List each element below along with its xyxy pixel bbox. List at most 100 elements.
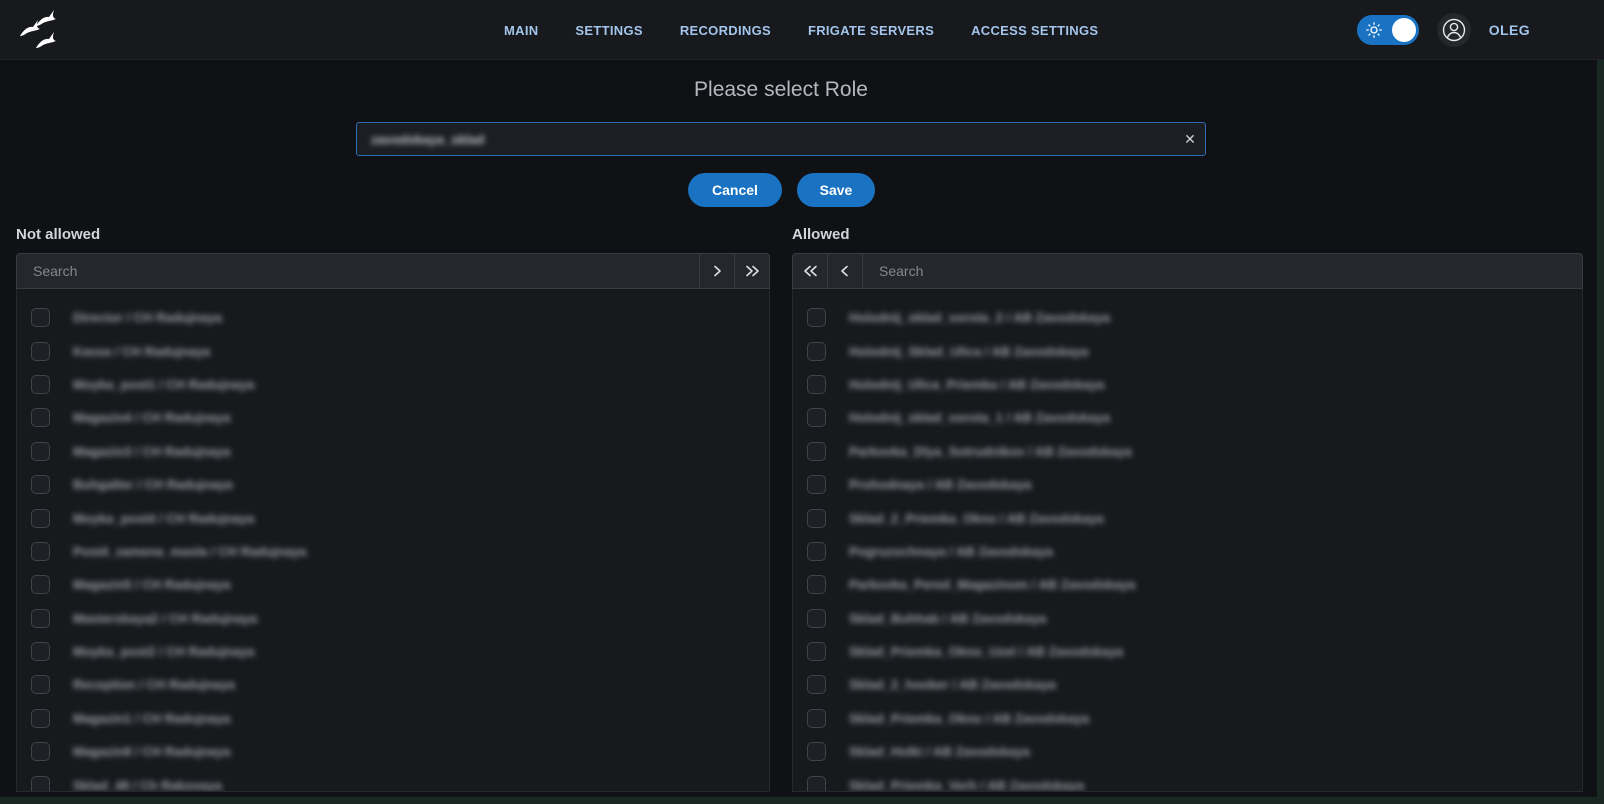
item-checkbox[interactable]	[31, 475, 50, 494]
item-checkbox[interactable]	[31, 742, 50, 761]
item-checkbox[interactable]	[807, 475, 826, 494]
item-checkbox[interactable]	[31, 575, 50, 594]
move-left-button[interactable]	[828, 254, 863, 288]
item-checkbox[interactable]	[807, 408, 826, 427]
user-cluster: OLEG	[1357, 0, 1530, 60]
nav-access-settings[interactable]: ACCESS SETTINGS	[971, 23, 1098, 38]
not-allowed-searchbar	[16, 253, 770, 289]
list-item[interactable]: Director / CH Radujnaya	[17, 301, 769, 334]
page-title: Please select Role	[0, 78, 1562, 102]
item-checkbox[interactable]	[807, 609, 826, 628]
item-checkbox[interactable]	[31, 709, 50, 728]
toggle-knob	[1392, 18, 1416, 42]
list-item[interactable]: Sklad_Holki / AB Zavodskaya	[793, 735, 1582, 768]
top-navigation-bar: MAIN SETTINGS RECORDINGS FRIGATE SERVERS…	[0, 0, 1604, 60]
allowed-title: Allowed	[792, 226, 850, 243]
item-checkbox[interactable]	[31, 542, 50, 561]
double-chevron-right-icon	[744, 264, 761, 278]
window-edge-right	[1597, 60, 1604, 804]
item-checkbox[interactable]	[31, 776, 50, 792]
item-checkbox[interactable]	[31, 408, 50, 427]
list-item[interactable]: Post4_zamena_masla / CH Radujnaya	[17, 535, 769, 568]
role-input-container: ✕	[356, 122, 1206, 156]
list-item[interactable]: Holodnij_sklad_vorota_2 / AB Zavodskaya	[793, 301, 1582, 334]
double-chevron-left-icon	[802, 264, 819, 278]
save-button[interactable]: Save	[797, 173, 875, 207]
list-item[interactable]: Parkovka_Pered_Magazinom / AB Zavodskaya	[793, 568, 1582, 601]
item-checkbox[interactable]	[807, 709, 826, 728]
item-checkbox[interactable]	[31, 609, 50, 628]
role-input[interactable]	[357, 123, 1175, 155]
list-item[interactable]: Moyka_post2 / CH Radujnaya	[17, 635, 769, 668]
item-checkbox[interactable]	[807, 375, 826, 394]
move-all-right-button[interactable]	[734, 254, 769, 288]
window-edge-bottom	[0, 797, 1604, 804]
move-all-left-button[interactable]	[793, 254, 828, 288]
allowed-list: Holodnij_sklad_vorota_2 / AB Zavodskaya …	[792, 289, 1583, 792]
item-checkbox[interactable]	[31, 675, 50, 694]
list-item[interactable]: Magazin3 / CH Radujnaya	[17, 435, 769, 468]
user-avatar-icon[interactable]	[1437, 13, 1471, 47]
chevron-right-icon	[710, 264, 724, 278]
list-item[interactable]: Sklad_48 / Ch Rakovaya	[17, 768, 769, 792]
list-item[interactable]: Sklad_Priemka_Okno / AB Zavodskaya	[793, 702, 1582, 735]
item-checkbox[interactable]	[31, 442, 50, 461]
allowed-panel: Holodnij_sklad_vorota_2 / AB Zavodskaya …	[792, 253, 1583, 792]
list-item[interactable]: Moyka_post4 / CH Radujnaya	[17, 501, 769, 534]
list-item[interactable]: Holodnij_Ulica_Priemka / AB Zavodskaya	[793, 368, 1582, 401]
list-item[interactable]: Sklad_Buhhab / AB Zavodskaya	[793, 602, 1582, 635]
move-right-button[interactable]	[699, 254, 734, 288]
item-checkbox[interactable]	[31, 642, 50, 661]
list-item[interactable]: Holodnij_Sklad_Ulica / AB Zavodskaya	[793, 334, 1582, 367]
item-checkbox[interactable]	[31, 509, 50, 528]
not-allowed-panel: Director / CH Radujnaya Kassa / CH Raduj…	[16, 253, 770, 792]
list-item[interactable]: Buhgalter / CH Radujnaya	[17, 468, 769, 501]
list-item[interactable]: Magazin4 / CH Radujnaya	[17, 401, 769, 434]
app-logo-icon[interactable]	[12, 8, 62, 52]
not-allowed-title: Not allowed	[16, 226, 100, 243]
allowed-search-input[interactable]	[863, 254, 1582, 288]
item-checkbox[interactable]	[31, 342, 50, 361]
list-item[interactable]: Moyka_post1 / CH Radujnaya	[17, 368, 769, 401]
item-checkbox[interactable]	[807, 575, 826, 594]
list-item[interactable]: Prohodnaya / AB Zavodskaya	[793, 468, 1582, 501]
chevron-left-icon	[838, 264, 852, 278]
item-checkbox[interactable]	[807, 742, 826, 761]
username-label[interactable]: OLEG	[1489, 22, 1530, 38]
item-checkbox[interactable]	[807, 342, 826, 361]
list-item[interactable]: Sklad_2_Priemka_Okno / AB Zavodskaya	[793, 501, 1582, 534]
list-item[interactable]: Sklad_Priemka_Okno_Uzel / AB Zavodskaya	[793, 635, 1582, 668]
item-checkbox[interactable]	[807, 642, 826, 661]
nav-frigate-servers[interactable]: FRIGATE SERVERS	[808, 23, 934, 38]
item-checkbox[interactable]	[807, 509, 826, 528]
list-item[interactable]: Holodnij_sklad_vorota_1 / AB Zavodskaya	[793, 401, 1582, 434]
not-allowed-list: Director / CH Radujnaya Kassa / CH Raduj…	[16, 289, 770, 792]
list-item[interactable]: Masterskaya2 / CH Radujnaya	[17, 602, 769, 635]
item-checkbox[interactable]	[31, 308, 50, 327]
item-checkbox[interactable]	[807, 308, 826, 327]
theme-toggle[interactable]	[1357, 15, 1419, 45]
nav-settings[interactable]: SETTINGS	[575, 23, 642, 38]
item-checkbox[interactable]	[807, 675, 826, 694]
list-item[interactable]: Sklad_2_hooker / AB Zavodskaya	[793, 668, 1582, 701]
item-checkbox[interactable]	[31, 375, 50, 394]
list-item[interactable]: Sklad_Priemka_Verh / AB Zavodskaya	[793, 768, 1582, 792]
main-nav: MAIN SETTINGS RECORDINGS FRIGATE SERVERS…	[504, 0, 1098, 60]
item-checkbox[interactable]	[807, 776, 826, 792]
list-item[interactable]: Kassa / CH Radujnaya	[17, 334, 769, 367]
nav-main[interactable]: MAIN	[504, 23, 538, 38]
item-checkbox[interactable]	[807, 442, 826, 461]
list-item[interactable]: Magazin1 / CH Radujnaya	[17, 702, 769, 735]
list-item[interactable]: Reception / CH Radujnaya	[17, 668, 769, 701]
list-item[interactable]: Parkovka_Dlya_Sotrudnikov / AB Zavodskay…	[793, 435, 1582, 468]
item-checkbox[interactable]	[807, 542, 826, 561]
list-item[interactable]: Magazin5 / CH Radujnaya	[17, 568, 769, 601]
list-item[interactable]: Pogruzochnaya / AB Zavodskaya	[793, 535, 1582, 568]
clear-input-icon[interactable]: ✕	[1175, 131, 1205, 148]
nav-recordings[interactable]: RECORDINGS	[680, 23, 771, 38]
list-item[interactable]: Magazin8 / CH Radujnaya	[17, 735, 769, 768]
not-allowed-search-input[interactable]	[17, 254, 699, 288]
cancel-button[interactable]: Cancel	[688, 173, 782, 207]
allowed-searchbar	[792, 253, 1583, 289]
sun-icon	[1366, 22, 1382, 38]
